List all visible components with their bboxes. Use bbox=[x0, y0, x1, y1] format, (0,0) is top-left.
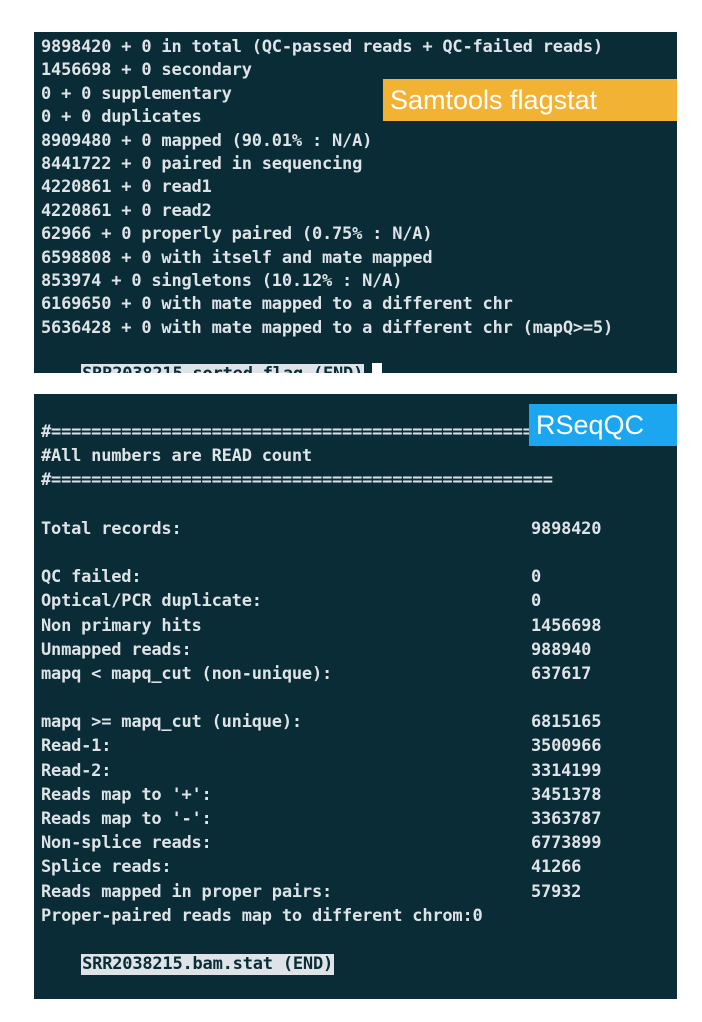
output-line: 6598808 + 0 with itself and mate mapped bbox=[41, 247, 433, 268]
stat-value: 3451378 bbox=[531, 784, 602, 805]
samtools-flagstat-label: Samtools flagstat bbox=[383, 79, 677, 121]
pager-end-marker: SRR2038215.bam.stat (END) bbox=[81, 954, 335, 976]
stat-value: 41266 bbox=[531, 857, 582, 878]
output-line: 8909480 + 0 mapped (90.01% : N/A) bbox=[41, 130, 373, 151]
stat-label: Non-splice reads: bbox=[41, 833, 212, 854]
stat-value: 6773899 bbox=[531, 833, 602, 854]
stat-row: Read-1: 3500966 bbox=[41, 734, 677, 758]
stat-row: mapq >= mapq_cut (unique): 6815165 bbox=[41, 710, 677, 734]
stat-label bbox=[41, 541, 531, 565]
stat-row: Reads mapped in proper pairs: 57932 bbox=[41, 880, 677, 904]
output-line: 4220861 + 0 read1 bbox=[41, 177, 212, 198]
stat-label: Reads mapped in proper pairs: bbox=[41, 881, 333, 902]
stat-value: 988940 bbox=[531, 639, 592, 660]
output-line: 8441722 + 0 paired in sequencing bbox=[41, 153, 363, 174]
stat-value: 0 bbox=[531, 567, 542, 588]
stat-value: 9898420 bbox=[531, 518, 602, 539]
stat-row: Non-splice reads: 6773899 bbox=[41, 831, 677, 855]
terminal-cursor bbox=[372, 363, 383, 373]
stat-row: Reads map to '-': 3363787 bbox=[41, 807, 677, 831]
stat-row: Total records: 9898420 bbox=[41, 517, 677, 541]
blank-line bbox=[41, 686, 677, 710]
output-line: 853974 + 0 singletons (10.12% : N/A) bbox=[41, 270, 403, 291]
output-line: 62966 + 0 properly paired (0.75% : N/A) bbox=[41, 224, 433, 245]
header-text: #All numbers are READ count bbox=[41, 446, 312, 467]
stat-label: Non primary hits bbox=[41, 615, 202, 636]
stat-value: 6815165 bbox=[531, 712, 602, 733]
stat-row: Non primary hits 1456698 bbox=[41, 614, 677, 638]
stat-label: Reads map to '-': bbox=[41, 809, 212, 829]
output-line: 4220861 + 0 read2 bbox=[41, 200, 212, 221]
stat-label: Optical/PCR duplicate: bbox=[41, 591, 262, 612]
stat-label: Total records: bbox=[41, 518, 182, 539]
stat-row: Read-2: 3314199 bbox=[41, 759, 677, 783]
stat-value: 0 bbox=[531, 591, 542, 612]
stat-label: Unmapped reads: bbox=[41, 639, 192, 660]
stat-label: Splice reads: bbox=[41, 857, 172, 878]
stat-row: Splice reads: 41266 bbox=[41, 855, 677, 879]
stat-label: mapq < mapq_cut (non-unique): bbox=[41, 663, 333, 684]
output-line: 9898420 + 0 in total (QC-passed reads + … bbox=[41, 37, 603, 57]
output-line: 5636428 + 0 with mate mapped to a differ… bbox=[41, 317, 613, 338]
stat-row: Optical/PCR duplicate: 0 bbox=[41, 589, 677, 613]
stat-label: Reads map to '+': bbox=[41, 784, 212, 805]
rseqqc-terminal: #=======================================… bbox=[34, 394, 677, 999]
stat-label: Read-1: bbox=[41, 736, 112, 757]
pager-end-marker: SRR2038215.sorted.flag (END) bbox=[81, 364, 365, 373]
stat-label: QC failed: bbox=[41, 567, 142, 588]
header-rule: #=======================================… bbox=[41, 470, 553, 491]
stat-label: Read-2: bbox=[41, 760, 112, 781]
stat-value: 1456698 bbox=[531, 615, 602, 636]
stat-value: 3363787 bbox=[531, 809, 602, 829]
stats-rows: Total records: 9898420 QC failed: 0 Optical/… bbox=[41, 517, 677, 904]
stat-value: 637617 bbox=[531, 663, 592, 684]
rseqqc-label: RSeqQC bbox=[529, 404, 677, 446]
output-line: Proper-paired reads map to different chr… bbox=[41, 905, 483, 926]
stat-label: mapq >= mapq_cut (unique): bbox=[41, 712, 302, 733]
blank-line bbox=[41, 541, 677, 565]
stat-value: 57932 bbox=[531, 881, 582, 902]
stat-row: Unmapped reads: 988940 bbox=[41, 638, 677, 662]
stat-value: 3314199 bbox=[531, 760, 602, 781]
pager-status-line[interactable]: SRR2038215.sorted.flag (END) bbox=[41, 340, 677, 373]
output-line: 6169650 + 0 with mate mapped to a differ… bbox=[41, 294, 513, 315]
stat-row: Reads map to '+': 3451378 bbox=[41, 783, 677, 807]
stat-label bbox=[41, 686, 531, 710]
pager-status-line[interactable]: SRR2038215.bam.stat (END) bbox=[41, 928, 677, 976]
stat-value: 3500966 bbox=[531, 736, 602, 757]
stat-row: QC failed: 0 bbox=[41, 565, 677, 589]
stat-row: mapq < mapq_cut (non-unique): 637617 bbox=[41, 662, 677, 686]
